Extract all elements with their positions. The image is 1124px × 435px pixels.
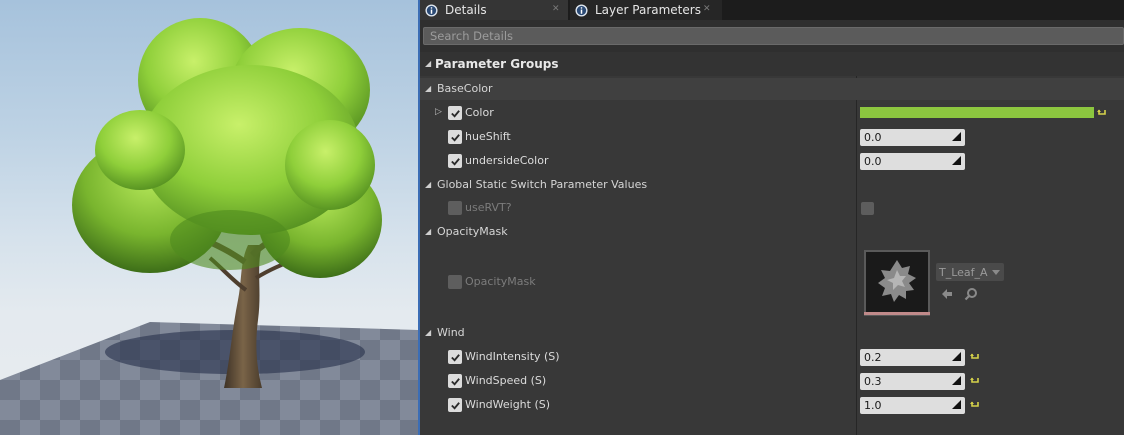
- reset-to-default-icon[interactable]: [970, 400, 980, 410]
- tab-layer-parameters-label: Layer Parameters: [595, 3, 701, 17]
- collapse-arrow-icon[interactable]: ◢: [425, 84, 431, 93]
- texture-asset-name: T_Leaf_A: [939, 265, 988, 279]
- windintensity-value-field[interactable]: 0.2: [860, 349, 965, 366]
- category-wind[interactable]: ◢ Wind: [420, 322, 1124, 344]
- windweight-override-checkbox[interactable]: [448, 398, 462, 412]
- param-row-hueshift: hueShift 0.0: [420, 126, 1124, 148]
- usertv-label: useRVT?: [465, 201, 512, 214]
- hueshift-label: hueShift: [465, 130, 511, 143]
- collapse-arrow-icon[interactable]: ◢: [425, 180, 431, 189]
- checkmark-icon: [450, 157, 460, 166]
- search-input[interactable]: [423, 27, 1124, 45]
- viewport[interactable]: [0, 0, 418, 435]
- param-row-windweight: WindWeight (S) 1.0: [420, 394, 1124, 416]
- checkmark-icon: [450, 401, 460, 410]
- hueshift-value-field[interactable]: 0.0: [860, 129, 965, 146]
- param-row-windintensity: WindIntensity (S) 0.2: [420, 346, 1124, 368]
- search-row: [420, 20, 1124, 52]
- windspeed-value-field[interactable]: 0.3: [860, 373, 965, 390]
- tab-details[interactable]: Details ✕: [420, 0, 568, 20]
- parameter-groups-header[interactable]: ◢ Parameter Groups: [420, 52, 1124, 76]
- category-basecolor-label: BaseColor: [437, 82, 493, 95]
- reset-to-default-icon[interactable]: [1097, 108, 1107, 118]
- windintensity-value: 0.2: [864, 351, 882, 364]
- category-wind-label: Wind: [437, 326, 465, 339]
- drag-handle-icon[interactable]: [952, 400, 961, 409]
- color-override-checkbox[interactable]: [448, 106, 462, 120]
- texture-thumbnail-bar: [864, 312, 930, 315]
- category-static-switch-label: Global Static Switch Parameter Values: [437, 178, 648, 191]
- undersidecolor-override-checkbox[interactable]: [448, 154, 462, 168]
- close-icon[interactable]: ✕: [552, 4, 560, 14]
- category-basecolor[interactable]: ◢ BaseColor: [420, 78, 1124, 100]
- drag-handle-icon[interactable]: [952, 156, 961, 165]
- param-row-usertv: useRVT?: [420, 197, 1124, 219]
- category-opacitymask-label: OpacityMask: [437, 225, 508, 238]
- param-row-undersidecolor: undersideColor 0.0: [420, 150, 1124, 172]
- checkmark-icon: [450, 109, 460, 118]
- parameter-groups-title: Parameter Groups: [435, 57, 559, 71]
- info-icon: [425, 3, 438, 17]
- reset-to-default-icon[interactable]: [970, 376, 980, 386]
- undersidecolor-value: 0.0: [864, 155, 882, 168]
- checkmark-icon: [450, 353, 460, 362]
- windspeed-label: WindSpeed (S): [465, 374, 547, 387]
- opacitymask-override-checkbox[interactable]: [448, 275, 462, 289]
- drag-handle-icon[interactable]: [952, 376, 961, 385]
- collapse-arrow-icon[interactable]: ◢: [425, 227, 431, 236]
- windweight-value-field[interactable]: 1.0: [860, 397, 965, 414]
- tab-details-label: Details: [445, 3, 487, 17]
- param-row-windspeed: WindSpeed (S) 0.3: [420, 370, 1124, 392]
- collapse-arrow-icon[interactable]: ◢: [425, 328, 431, 337]
- usertv-value-checkbox[interactable]: [861, 202, 874, 215]
- windspeed-value: 0.3: [864, 375, 882, 388]
- close-icon[interactable]: ✕: [703, 4, 711, 14]
- param-row-color: ▷ Color: [420, 102, 1124, 124]
- windintensity-label: WindIntensity (S): [465, 350, 560, 363]
- expand-arrow-icon[interactable]: ▷: [435, 107, 442, 117]
- checkmark-icon: [450, 133, 460, 142]
- checkmark-icon: [450, 377, 460, 386]
- opacitymask-label: OpacityMask: [465, 275, 536, 288]
- details-panel: Details ✕ Layer Parameters ✕ ◢ Parameter…: [420, 0, 1124, 435]
- param-row-opacitymask: OpacityMask: [420, 245, 1124, 320]
- texture-thumbnail[interactable]: [864, 250, 930, 316]
- reset-to-default-icon[interactable]: [970, 352, 980, 362]
- windintensity-override-checkbox[interactable]: [448, 350, 462, 364]
- scene-render: [0, 18, 418, 435]
- leaf-texture-preview: [878, 260, 916, 302]
- collapse-arrow-icon[interactable]: ◢: [425, 59, 431, 68]
- hueshift-value: 0.0: [864, 131, 882, 144]
- search-icon[interactable]: [964, 287, 978, 301]
- drag-handle-icon[interactable]: [952, 352, 961, 361]
- color-swatch[interactable]: [860, 107, 1094, 118]
- use-selected-arrow-icon[interactable]: [940, 287, 954, 301]
- texture-asset-dropdown[interactable]: T_Leaf_A: [936, 263, 1004, 281]
- undersidecolor-value-field[interactable]: 0.0: [860, 153, 965, 170]
- windweight-label: WindWeight (S): [465, 398, 551, 411]
- info-icon: [575, 3, 588, 17]
- hueshift-override-checkbox[interactable]: [448, 130, 462, 144]
- category-static-switch[interactable]: ◢ Global Static Switch Parameter Values: [420, 174, 1124, 196]
- windspeed-override-checkbox[interactable]: [448, 374, 462, 388]
- color-label: Color: [465, 106, 494, 119]
- category-opacitymask[interactable]: ◢ OpacityMask: [420, 221, 1124, 243]
- windweight-value: 1.0: [864, 399, 882, 412]
- chevron-down-icon: [992, 270, 1000, 275]
- usertv-override-checkbox[interactable]: [448, 201, 462, 215]
- drag-handle-icon[interactable]: [952, 132, 961, 141]
- tab-layer-parameters[interactable]: Layer Parameters ✕: [570, 0, 722, 20]
- tab-bar: Details ✕ Layer Parameters ✕: [420, 0, 1124, 20]
- undersidecolor-label: undersideColor: [465, 154, 549, 167]
